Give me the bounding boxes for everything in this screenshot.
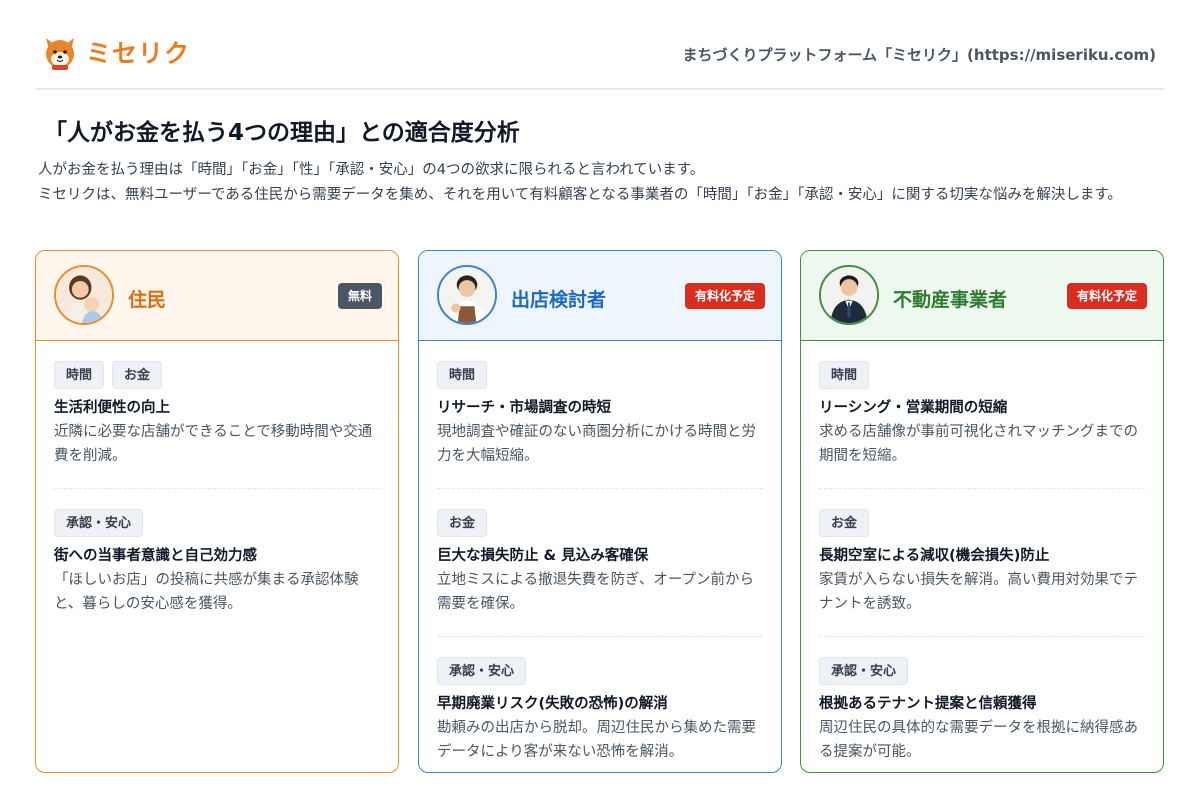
tag-approval-security: 承認・安心: [437, 657, 527, 685]
benefit-description: 近隣に必要な店舗ができることで移動時間や交通費を削減。: [54, 424, 373, 464]
card-residents: 住民 無料 時間 お金 生活利便性の向上 近隣に必要な店舗ができることで移動時間…: [35, 250, 399, 773]
benefit-title: 長期空室による減収(機会損失)防止: [819, 548, 1050, 564]
tag-group: 承認・安心: [819, 657, 1145, 685]
benefit-description: 勘頼みの出店から脱却。周辺住民から集めた需要データにより客が来ない恐怖を解消。: [437, 720, 756, 760]
tag-group: 承認・安心: [437, 657, 763, 685]
benefit-title: 早期廃業リスク(失敗の恐怖)の解消: [437, 696, 668, 712]
card-body: 時間 お金 生活利便性の向上 近隣に必要な店舗ができることで移動時間や交通費を削…: [36, 341, 398, 636]
tag-group: 承認・安心: [54, 509, 380, 537]
tag-time: 時間: [437, 361, 488, 389]
benefit-title: リサーチ・市場調査の時短: [437, 400, 611, 416]
tag-approval-security: 承認・安心: [54, 509, 144, 537]
tag-group: お金: [437, 509, 763, 537]
benefit-title: 生活利便性の向上: [54, 400, 170, 416]
tag-money: お金: [112, 361, 163, 389]
benefit-description: 「ほしいお店」の投稿に共感が集まる承認体験と、暮らしの安心感を獲得。: [54, 572, 359, 612]
benefit-title: リーシング・営業期間の短縮: [819, 400, 1008, 416]
card-header: 不動産事業者 有料化予定: [801, 251, 1163, 341]
card-store-openers: 出店検討者 有料化予定 時間 リサーチ・市場調査の時短 現地調査や確証のない商圏…: [418, 250, 782, 773]
card-header: 出店検討者 有料化予定: [419, 251, 781, 341]
site-header: ミセリク まちづくりプラットフォーム「ミセリク」(https://miserik…: [36, 28, 1164, 90]
shiba-dog-mascot-icon: [46, 38, 74, 70]
mother-with-baby-avatar: [54, 265, 114, 325]
benefit-title: 巨大な損失防止 & 見込み客確保: [437, 548, 649, 564]
tag-time: 時間: [819, 361, 870, 389]
shop-owner-apron-avatar: [437, 265, 497, 325]
tag-approval-security: 承認・安心: [819, 657, 909, 685]
intro-line: 人がお金を払う理由は「時間」「お金」「性」「承認・安心」の4つの欲求に限られると…: [38, 162, 705, 178]
logo-wordmark: ミセリク: [86, 39, 191, 68]
intro-text: 人がお金を払う理由は「時間」「お金」「性」「承認・安心」の4つの欲求に限られると…: [38, 158, 1164, 208]
benefit-item: 承認・安心 街への当事者意識と自己効力感 「ほしいお店」の投稿に共感が集まる承認…: [54, 488, 380, 636]
card-title: 出店検討者: [511, 289, 607, 311]
benefit-title: 街への当事者意識と自己効力感: [54, 548, 257, 564]
site-caption: まちづくりプラットフォーム「ミセリク」(https://miseriku.com…: [682, 46, 1157, 64]
businessman-suit-avatar: [819, 265, 879, 325]
card-body: 時間 リサーチ・市場調査の時短 現地調査や確証のない商圏分析にかける時間と労力を…: [419, 341, 781, 772]
card-header: 住民 無料: [36, 251, 398, 341]
card-real-estate: 不動産事業者 有料化予定 時間 リーシング・営業期間の短縮 求める店舗像が事前可…: [800, 250, 1164, 773]
benefit-item: 時間 リーシング・営業期間の短縮 求める店舗像が事前可視化されマッチングまでの期…: [819, 361, 1145, 488]
pricing-badge: 有料化予定: [684, 283, 765, 309]
benefit-description: 家賃が入らない損失を解消。高い費用対効果でテナントを誘致。: [819, 572, 1138, 612]
benefit-description: 求める店舗像が事前可視化されマッチングまでの期間を短縮。: [819, 424, 1138, 464]
benefit-title: 根拠あるテナント提案と信頼獲得: [819, 696, 1037, 712]
card-body: 時間 リーシング・営業期間の短縮 求める店舗像が事前可視化されマッチングまでの期…: [801, 341, 1163, 772]
benefit-item: 承認・安心 早期廃業リスク(失敗の恐怖)の解消 勘頼みの出店から脱却。周辺住民か…: [437, 636, 763, 772]
benefit-item: 承認・安心 根拠あるテナント提案と信頼獲得 周辺住民の具体的な需要データを根拠に…: [819, 636, 1145, 772]
tag-group: 時間: [819, 361, 1145, 389]
benefit-description: 現地調査や確証のない商圏分析にかける時間と労力を大幅短縮。: [437, 424, 756, 464]
intro-line: ミセリクは、無料ユーザーである住民から需要データを集め、それを用いて有料顧客とな…: [38, 187, 1122, 203]
tag-time: 時間: [54, 361, 105, 389]
pricing-badge: 無料: [337, 283, 382, 309]
page-title: 「人がお金を払う4つの理由」との適合度分析: [44, 120, 520, 146]
benefit-item: 時間 リサーチ・市場調査の時短 現地調査や確証のない商圏分析にかける時間と労力を…: [437, 361, 763, 488]
benefit-description: 立地ミスによる撤退失費を防ぎ、オープン前から需要を確保。: [437, 572, 754, 612]
tag-money: お金: [437, 509, 488, 537]
benefit-item: お金 巨大な損失防止 & 見込み客確保 立地ミスによる撤退失費を防ぎ、オープン前…: [437, 488, 763, 636]
tag-group: お金: [819, 509, 1145, 537]
tag-group: 時間 お金: [54, 361, 380, 389]
tag-money: お金: [819, 509, 870, 537]
brand-logo[interactable]: ミセリク: [40, 32, 190, 72]
benefit-item: 時間 お金 生活利便性の向上 近隣に必要な店舗ができることで移動時間や交通費を削…: [54, 361, 380, 488]
benefit-description: 周辺住民の具体的な需要データを根拠に納得感ある提案が可能。: [819, 720, 1138, 760]
pricing-badge: 有料化予定: [1066, 283, 1147, 309]
benefit-item: お金 長期空室による減収(機会損失)防止 家賃が入らない損失を解消。高い費用対効…: [819, 488, 1145, 636]
card-title: 不動産事業者: [893, 289, 1008, 311]
tag-group: 時間: [437, 361, 763, 389]
card-title: 住民: [128, 289, 167, 311]
